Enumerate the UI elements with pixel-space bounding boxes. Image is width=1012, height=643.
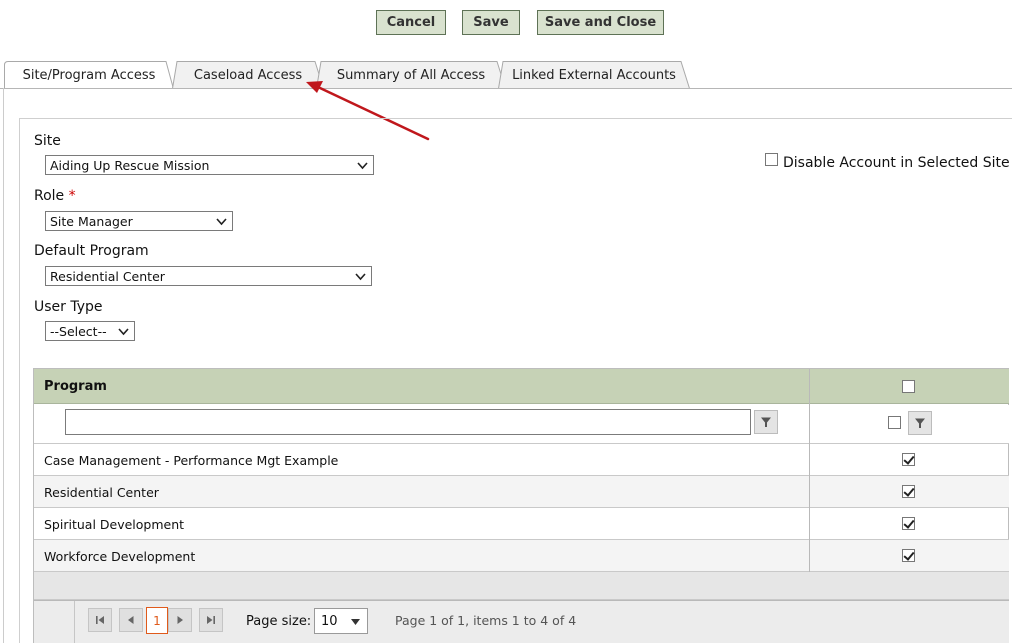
panel-left-border xyxy=(3,88,4,643)
tab-label: Linked External Accounts xyxy=(512,67,676,83)
program-grid: Program Case Management - Performance Mg… xyxy=(33,368,1009,643)
filter-row xyxy=(34,405,1009,444)
select-all-checkbox[interactable] xyxy=(902,380,915,393)
tab-baseline xyxy=(0,88,1012,89)
chevron-down-icon xyxy=(357,162,368,170)
table-row[interactable]: Spiritual Development xyxy=(34,508,1009,540)
required-marker: * xyxy=(68,188,76,204)
pager-left-cell xyxy=(34,601,75,643)
site-label: Site xyxy=(34,133,61,149)
role-select-value: Site Manager xyxy=(50,213,133,229)
filter-icon[interactable] xyxy=(754,410,778,434)
user-type-select[interactable]: --Select-- xyxy=(45,321,135,341)
site-select[interactable]: Aiding Up Rescue Mission xyxy=(45,155,374,175)
program-access-checkbox[interactable] xyxy=(902,485,915,498)
filter-icon[interactable] xyxy=(908,411,932,435)
column-divider xyxy=(809,444,810,476)
column-divider xyxy=(809,476,810,508)
program-access-checkbox[interactable] xyxy=(902,549,915,562)
last-page-icon[interactable] xyxy=(199,608,223,632)
tab-linked-external-accounts[interactable]: Linked External Accounts xyxy=(498,61,690,89)
prev-page-icon[interactable] xyxy=(119,608,143,632)
program-name: Spiritual Development xyxy=(44,517,185,532)
column-divider xyxy=(809,405,810,444)
program-name: Workforce Development xyxy=(44,549,196,564)
pager-info: Page 1 of 1, items 1 to 4 of 4 xyxy=(395,613,577,628)
next-page-icon[interactable] xyxy=(168,608,192,632)
page-size-select[interactable]: 10 xyxy=(314,608,368,634)
chevron-down-icon xyxy=(216,218,227,226)
tab-site-program-access[interactable]: Site/Program Access xyxy=(4,61,174,89)
user-type-value: --Select-- xyxy=(50,323,107,339)
program-access-checkbox[interactable] xyxy=(902,453,915,466)
grid-pager: 1 Page size: 10 Page 1 of 1, items 1 to … xyxy=(34,600,1009,643)
grid-footer-spacer xyxy=(34,572,1009,600)
role-select[interactable]: Site Manager xyxy=(45,211,233,231)
program-access-checkbox[interactable] xyxy=(902,517,915,530)
current-page-button[interactable]: 1 xyxy=(146,607,168,634)
filter-checkbox[interactable] xyxy=(888,416,901,429)
chevron-down-icon xyxy=(355,273,366,281)
page-size-value: 10 xyxy=(321,613,338,629)
role-label-text: Role xyxy=(34,188,65,204)
table-row[interactable]: Residential Center xyxy=(34,476,1009,508)
chevron-down-icon xyxy=(118,328,129,336)
tab-label: Site/Program Access xyxy=(22,67,156,83)
first-page-icon[interactable] xyxy=(88,608,112,632)
grid-header: Program xyxy=(34,369,1009,404)
column-header-program[interactable]: Program xyxy=(44,379,107,394)
column-divider xyxy=(809,508,810,540)
role-label: Role * xyxy=(34,188,76,204)
table-row[interactable]: Workforce Development xyxy=(34,540,1009,572)
program-name: Case Management - Performance Mgt Exampl… xyxy=(44,453,339,468)
tab-label: Caseload Access xyxy=(193,67,303,83)
site-select-value: Aiding Up Rescue Mission xyxy=(50,157,210,173)
default-program-value: Residential Center xyxy=(50,268,165,284)
tab-strip: Site/Program Access Caseload Access Summ… xyxy=(0,0,1012,92)
program-filter-input[interactable] xyxy=(65,409,751,435)
column-divider xyxy=(809,540,810,572)
chevron-down-icon xyxy=(351,619,360,625)
user-type-label: User Type xyxy=(34,299,103,315)
table-row[interactable]: Case Management - Performance Mgt Exampl… xyxy=(34,444,1009,476)
disable-account-label: Disable Account in Selected Site xyxy=(783,155,1010,171)
program-name: Residential Center xyxy=(44,485,159,500)
default-program-label: Default Program xyxy=(34,243,149,259)
default-program-select[interactable]: Residential Center xyxy=(45,266,372,286)
page-size-label: Page size: xyxy=(246,614,312,629)
disable-account-checkbox[interactable] xyxy=(765,153,778,166)
